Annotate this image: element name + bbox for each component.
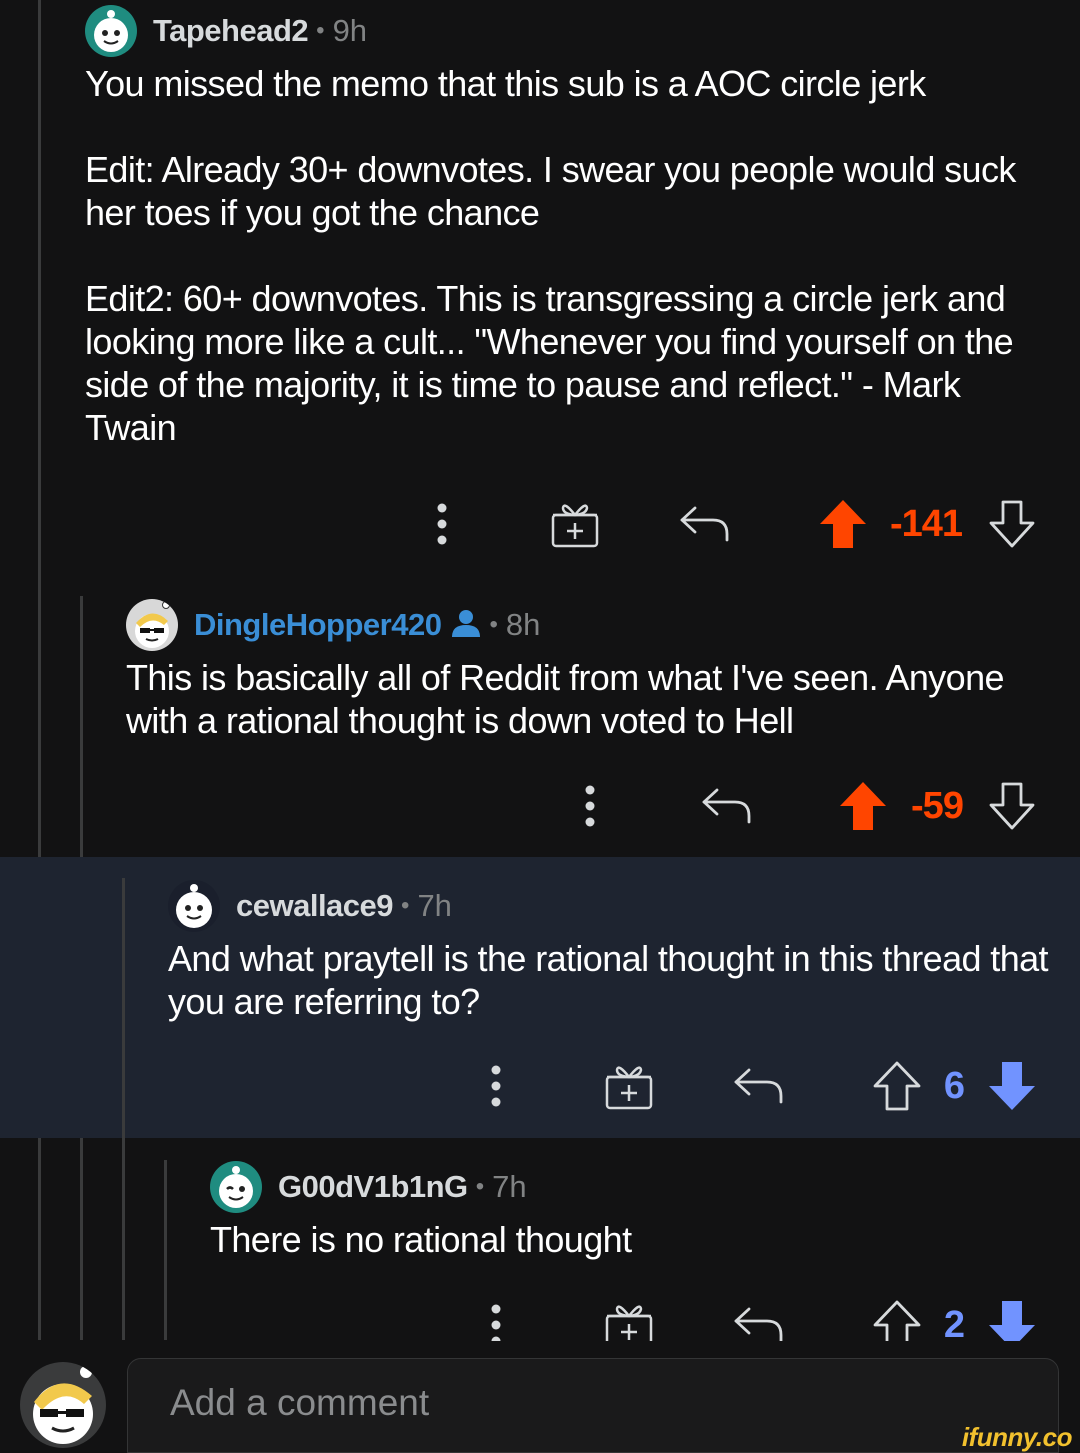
- thread-line: [38, 0, 41, 1340]
- vote-score: 6: [934, 1056, 974, 1116]
- comment-header: cewallace9 • 7h: [168, 879, 1080, 933]
- more-vertical-icon[interactable]: [570, 776, 610, 836]
- upvote-arrow-icon[interactable]: [870, 1056, 924, 1116]
- avatar[interactable]: [85, 5, 137, 57]
- avatar[interactable]: [126, 599, 178, 651]
- reply-arrow-icon[interactable]: [678, 494, 732, 554]
- vote-score-value: -59: [911, 784, 964, 827]
- comment-actions: -59: [0, 776, 1080, 836]
- vote-score-value: 6: [943, 1064, 965, 1107]
- comment-body: You missed the memo that this sub is a A…: [85, 62, 1045, 449]
- avatar[interactable]: [168, 880, 220, 932]
- comment-header: DingleHopper420 • 8h: [126, 598, 1080, 652]
- comment-header: Tapehead2 • 9h: [85, 4, 1080, 58]
- watermark: ifunny.co: [961, 1422, 1073, 1452]
- separator-dot: •: [475, 1173, 485, 1200]
- gift-award-icon[interactable]: [602, 1056, 656, 1116]
- upvote-arrow-icon[interactable]: [816, 494, 870, 554]
- comment-header: G00dV1b1nG • 7h: [210, 1160, 1080, 1214]
- separator-dot: •: [401, 892, 410, 919]
- comment-timestamp: 8h: [505, 607, 541, 642]
- comment-username[interactable]: DingleHopper420: [194, 607, 442, 643]
- comment-timestamp: 7h: [492, 1169, 527, 1204]
- comment-timestamp: 9h: [332, 13, 368, 48]
- reply-arrow-icon[interactable]: [732, 1056, 786, 1116]
- comment: DingleHopper420 • 8h This is basically a…: [126, 598, 1080, 742]
- vote-score: 2: [934, 1295, 974, 1342]
- avatar[interactable]: [210, 1161, 262, 1213]
- comment-paragraph: There is no rational thought: [210, 1219, 632, 1260]
- comment-body: This is basically all of Reddit from wha…: [126, 656, 1066, 742]
- comment-paragraph: You missed the memo that this sub is a A…: [85, 63, 926, 104]
- more-vertical-icon[interactable]: [422, 494, 462, 554]
- comment: cewallace9 • 7h And what praytell is the…: [168, 879, 1080, 1023]
- reply-arrow-icon[interactable]: [700, 776, 754, 836]
- comment-paragraph: This is basically all of Reddit from wha…: [126, 657, 1005, 741]
- comment-username[interactable]: cewallace9: [236, 888, 394, 924]
- gift-award-icon[interactable]: [548, 494, 602, 554]
- comment-body: And what praytell is the rational though…: [168, 937, 1058, 1023]
- user-icon: [451, 608, 481, 643]
- comment-composer[interactable]: [127, 1358, 1059, 1453]
- vote-score: -141: [884, 494, 968, 554]
- comment-paragraph: Edit: Already 30+ downvotes. I swear you…: [85, 149, 1016, 233]
- downvote-arrow-icon[interactable]: [986, 1056, 1038, 1116]
- comment-timestamp: 7h: [417, 888, 452, 923]
- current-user-avatar[interactable]: [20, 1362, 106, 1448]
- comment-actions: 6: [0, 1056, 1080, 1116]
- vote-score-value: -141: [889, 502, 963, 545]
- upvote-arrow-icon[interactable]: [836, 776, 890, 836]
- separator-dot: •: [489, 611, 498, 638]
- comment-actions: 2: [0, 1295, 1080, 1341]
- reply-arrow-icon[interactable]: [732, 1295, 786, 1341]
- downvote-arrow-icon[interactable]: [986, 1295, 1038, 1341]
- comment-username[interactable]: G00dV1b1nG: [278, 1169, 468, 1205]
- more-vertical-icon[interactable]: [476, 1056, 516, 1116]
- comment: Tapehead2 • 9h You missed the memo that …: [85, 4, 1080, 449]
- comment-body: There is no rational thought: [210, 1218, 1060, 1261]
- upvote-arrow-icon[interactable]: [870, 1295, 924, 1341]
- downvote-arrow-icon[interactable]: [986, 776, 1038, 836]
- comment-actions: -141: [0, 494, 1080, 554]
- comment-paragraph: Edit2: 60+ downvotes. This is transgress…: [85, 278, 1014, 448]
- downvote-arrow-icon[interactable]: [986, 494, 1038, 554]
- comment-paragraph: And what praytell is the rational though…: [168, 938, 1049, 1022]
- more-vertical-icon[interactable]: [476, 1295, 516, 1341]
- comment-username[interactable]: Tapehead2: [153, 13, 309, 49]
- vote-score-value: 2: [943, 1303, 965, 1342]
- comment: G00dV1b1nG • 7h There is no rational tho…: [210, 1160, 1080, 1261]
- add-comment-input[interactable]: [168, 1381, 972, 1425]
- vote-score: -59: [904, 776, 970, 836]
- gift-award-icon[interactable]: [602, 1295, 656, 1341]
- separator-dot: •: [316, 17, 325, 44]
